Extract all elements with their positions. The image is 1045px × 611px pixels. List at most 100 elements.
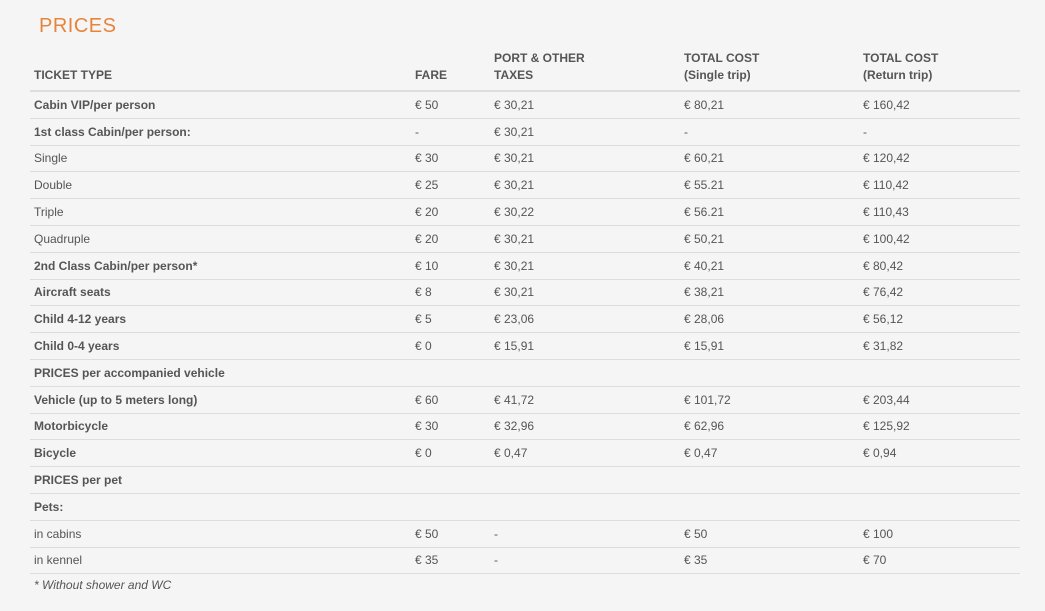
- fare-cell: € 5: [411, 305, 490, 334]
- total-single-cell: € 0,47: [680, 439, 859, 468]
- total-single-cell: € 56.21: [680, 198, 859, 226]
- total-return-cell: € 76,42: [859, 279, 1020, 307]
- fare-cell: [411, 493, 490, 521]
- table-row: Quadruple € 20 € 30,21 € 50,21 € 100,42: [30, 225, 1020, 253]
- taxes-cell: [490, 493, 680, 521]
- total-single-cell: € 101,72: [680, 386, 859, 414]
- ticket-type-cell: Pets:: [30, 493, 411, 521]
- table-row: Child 4-12 years € 5 € 23,06 € 28,06 € 56,12: [30, 305, 1020, 334]
- ticket-type-cell: in kennel: [30, 547, 411, 575]
- table-row: Single € 30 € 30,21 € 60,21 € 120,42: [30, 145, 1020, 173]
- total-return-cell: € 80,42: [859, 252, 1020, 280]
- header-row: TICKET TYPE FARE PORT & OTHER TAXES TOTA…: [30, 50, 1020, 92]
- total-return-cell: € 100,42: [859, 225, 1020, 253]
- ticket-type-cell: Triple: [30, 198, 411, 226]
- table-row: 2nd Class Cabin/per person* € 10 € 30,21 € …: [30, 252, 1020, 280]
- total-single-cell: [680, 493, 859, 521]
- taxes-cell: -: [490, 547, 680, 575]
- table-row: in kennel € 35- € 35 € 70: [30, 547, 1020, 575]
- fare-cell: -: [411, 118, 490, 146]
- taxes-cell: € 0,47: [490, 439, 680, 468]
- table-row: Motorbicycle € 30 € 32,96 € 62,96 € 125,92: [30, 413, 1020, 441]
- page-title: PRICES: [39, 15, 117, 37]
- total-return-cell: € 0,94: [859, 439, 1020, 468]
- total-return-cell: € 125,92: [859, 413, 1020, 441]
- total-single-cell: € 50,21: [680, 225, 859, 253]
- fare-cell: € 8: [411, 279, 490, 307]
- ticket-type-cell: Aircraft seats: [30, 279, 411, 307]
- taxes-cell: [490, 359, 680, 387]
- header-ticket-type: TICKET TYPE: [30, 50, 411, 92]
- total-return-cell: € 31,82: [859, 332, 1020, 360]
- fare-cell: [411, 359, 490, 387]
- total-single-cell: € 28,06: [680, 305, 859, 334]
- ticket-type-cell: Double: [30, 171, 411, 200]
- ticket-type-cell: PRICES per accompanied vehicle: [30, 359, 411, 387]
- total-single-cell: € 50: [680, 520, 859, 548]
- total-return-cell: [859, 466, 1020, 494]
- table-row: Vehicle (up to 5 meters long) € 60 € 41,72…: [30, 386, 1020, 414]
- fare-cell: € 50: [411, 91, 490, 119]
- fare-cell: € 35: [411, 547, 490, 575]
- ticket-type-cell: Single: [30, 145, 411, 173]
- page: PRICES TICKET TYPE FARE PORT & OTHER TAX…: [0, 0, 1045, 611]
- table-row: Cabin VIP/per person € 50 € 30,21 € 80,21 € …: [30, 91, 1020, 119]
- taxes-cell: € 30,22: [490, 198, 680, 226]
- taxes-cell: € 30,21: [490, 118, 680, 146]
- table-row: Triple € 20 € 30,22 € 56.21 € 110,43: [30, 198, 1020, 226]
- header-fare: FARE: [411, 50, 490, 92]
- taxes-cell: -: [490, 520, 680, 548]
- total-single-cell: € 60,21: [680, 145, 859, 173]
- total-single-cell: € 15,91: [680, 332, 859, 360]
- header-total-return: TOTAL COST (Return trip): [859, 50, 1020, 92]
- taxes-cell: € 30,21: [490, 171, 680, 200]
- ticket-type-cell: Vehicle (up to 5 meters long): [30, 386, 411, 414]
- ticket-type-cell: Child 4-12 years: [30, 305, 411, 334]
- taxes-cell: € 41,72: [490, 386, 680, 414]
- total-return-cell: € 203,44: [859, 386, 1020, 414]
- ticket-type-cell: Bicycle: [30, 439, 411, 468]
- table-row: Aircraft seats € 8 € 30,21 € 38,21 € 76,42: [30, 279, 1020, 307]
- fare-cell: € 0: [411, 332, 490, 360]
- taxes-cell: € 23,06: [490, 305, 680, 334]
- fare-cell: € 0: [411, 439, 490, 468]
- total-return-cell: [859, 493, 1020, 521]
- table-body: Cabin VIP/per person € 50 € 30,21 € 80,21 € …: [30, 91, 1020, 575]
- taxes-cell: € 30,21: [490, 91, 680, 119]
- header-total-single: TOTAL COST (Single trip): [680, 50, 859, 92]
- total-return-cell: € 120,42: [859, 145, 1020, 173]
- total-return-cell: [859, 359, 1020, 387]
- total-single-cell: € 35: [680, 547, 859, 575]
- table-row: in cabins € 50- € 50 € 100: [30, 520, 1020, 548]
- table-row: 1st class Cabin/per person: - € 30,21- -: [30, 118, 1020, 146]
- fare-cell: € 20: [411, 225, 490, 253]
- total-single-cell: € 40,21: [680, 252, 859, 280]
- total-return-cell: € 70: [859, 547, 1020, 575]
- total-return-cell: € 110,43: [859, 198, 1020, 226]
- total-single-cell: € 80,21: [680, 91, 859, 119]
- table-row: Bicycle € 0 € 0,47 € 0,47 € 0,94: [30, 439, 1020, 468]
- ticket-type-cell: Quadruple: [30, 225, 411, 253]
- total-return-cell: € 100: [859, 520, 1020, 548]
- header-total-return-line1: TOTAL COST: [863, 51, 939, 65]
- taxes-cell: € 30,21: [490, 145, 680, 173]
- total-single-cell: [680, 359, 859, 387]
- fare-cell: € 30: [411, 145, 490, 173]
- header-total-single-line1: TOTAL COST: [684, 51, 760, 65]
- header-fare-line1: FARE: [415, 68, 448, 82]
- fare-cell: € 20: [411, 198, 490, 226]
- taxes-cell: € 32,96: [490, 413, 680, 441]
- taxes-cell: € 30,21: [490, 279, 680, 307]
- taxes-cell: € 30,21: [490, 225, 680, 253]
- header-taxes: PORT & OTHER TAXES: [490, 50, 680, 92]
- taxes-cell: € 15,91: [490, 332, 680, 360]
- header-taxes-line2: TAXES: [494, 68, 534, 82]
- ticket-type-cell: in cabins: [30, 520, 411, 548]
- fare-cell: [411, 466, 490, 494]
- footnote: * Without shower and WC: [34, 578, 172, 592]
- header-ticket-type-line1: TICKET TYPE: [34, 68, 113, 82]
- ticket-type-cell: 2nd Class Cabin/per person*: [30, 252, 411, 280]
- fare-cell: € 30: [411, 413, 490, 441]
- header-taxes-line1: PORT & OTHER: [494, 51, 585, 65]
- ticket-type-cell: Motorbicycle: [30, 413, 411, 441]
